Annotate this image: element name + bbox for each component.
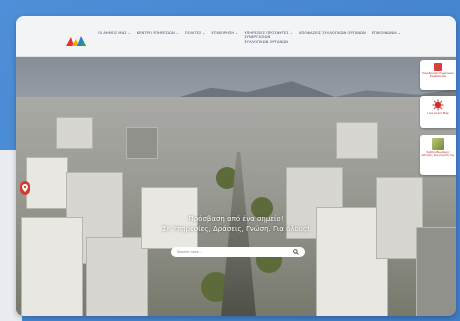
widget-label: Συνεδρίαση δημοτικού Συμβουλίου [422,71,454,79]
nav-item-multiline-label: ΥΠΗΡΕΣΙΕΣ ΠΡΟΣΦΥΓΕΣ ΣΥΝΕΡΓΑΣΙΩΝ ΣΥΛΛΟΓΙΚ… [244,31,289,44]
site-logo-icon[interactable] [66,36,86,46]
nav-item-refugee-services[interactable]: ΥΠΗΡΕΣΙΕΣ ΠΡΟΣΦΥΓΕΣ ΣΥΝΕΡΓΑΣΙΩΝ ΣΥΛΛΟΓΙΚ… [244,31,293,44]
widget-covid-map[interactable]: Live Covid Map [420,96,456,128]
nav-item-label: ΠΟΛΙΤΕΣ [184,31,202,35]
browser-page: ΟΙ ΔΗΜΟΣ ΜΑΣ ⌄ ΚΕΝΤΡΟ ΥΠΗΡΕΣΙΩΝ ⌄ ΠΟΛΙΤΕ… [16,16,456,316]
hero-heading: Πρόσβαση από ένα σημείο! [188,215,284,223]
chevron-down-icon: ⌄ [202,31,206,35]
nav-item-label: ΕΠΙΧΕΙΡΗΣΗ [211,31,235,35]
search-icon[interactable] [293,249,299,255]
widget-label: Live Covid Map [427,111,449,115]
site-header: ΟΙ ΔΗΜΟΣ ΜΑΣ ⌄ ΚΕΝΤΡΟ ΥΠΗΡΕΣΙΩΝ ⌄ ΠΟΛΙΤΕ… [16,16,456,57]
nav-item-label: ΟΙ ΔΗΜΟΣ ΜΑΣ [98,31,127,35]
widget-mobility-plan[interactable]: Σχέδιο Βιώσιμης Αστικής Κινητικότητας [420,135,456,175]
nav-item-citizens[interactable]: ΠΟΛΙΤΕΣ ⌄ [185,31,206,35]
nav-item-label: ΑΠΟΦΑΣΕΙΣ ΣΥΛΛΟΓΙΚΩΝ ΟΡΓΑΝΩΝ [298,31,366,35]
nav-item-label: ΚΕΝΤΡΟ ΥΠΗΡΕΣΙΩΝ [136,31,175,35]
building [126,127,158,159]
building [56,117,93,149]
nav-item-label-line: ΣΥΛΛΟΓΙΚΩΝ ΟΡΓΑΝΩΝ [244,39,288,44]
covid-virus-icon [432,99,444,111]
widget-label: Σχέδιο Βιώσιμης Αστικής Κινητικότητας [421,150,455,158]
chevron-down-icon: ⌄ [235,31,239,35]
council-icon [434,63,442,71]
chevron-down-icon: ⌄ [397,31,401,35]
map-thumbnail-icon [432,138,444,150]
hero-subheading: Σε Υπηρεσίες, Δράσεις, Γνώση. Για όλους! [162,225,310,233]
building [86,237,148,316]
nav-item-municipality[interactable]: ΟΙ ΔΗΜΟΣ ΜΑΣ ⌄ [98,31,131,35]
chevron-down-icon: ⌄ [175,31,179,35]
search-bar[interactable] [171,247,305,257]
building [336,122,378,159]
widget-council-session[interactable]: Συνεδρίαση δημοτικού Συμβουλίου [420,60,456,90]
building [26,157,68,209]
location-pin-icon [22,184,28,192]
accessibility-badge[interactable] [20,181,30,195]
nav-item-business[interactable]: ΕΠΙΧΕΙΡΗΣΗ ⌄ [212,31,239,35]
nav-item-decisions[interactable]: ΑΠΟΦΑΣΕΙΣ ΣΥΛΛΟΓΙΚΩΝ ΟΡΓΑΝΩΝ [299,31,366,35]
hero-banner: Πρόσβαση από ένα σημείο! Σε Υπηρεσίες, Δ… [16,57,456,316]
nav-item-service-center[interactable]: ΚΕΝΤΡΟ ΥΠΗΡΕΣΙΩΝ ⌄ [137,31,179,35]
nav-item-label: ΕΠΙΚΟΙΝΩΝΙΑ [371,31,397,35]
building [416,227,456,316]
nav-item-contact[interactable]: ΕΠΙΚΟΙΝΩΝΙΑ ⌄ [372,31,401,35]
chevron-down-icon: ⌄ [289,31,293,35]
chevron-down-icon: ⌄ [127,31,131,35]
main-nav: ΟΙ ΔΗΜΟΣ ΜΑΣ ⌄ ΚΕΝΤΡΟ ΥΠΗΡΕΣΙΩΝ ⌄ ΠΟΛΙΤΕ… [98,31,401,44]
search-input[interactable] [177,250,277,254]
